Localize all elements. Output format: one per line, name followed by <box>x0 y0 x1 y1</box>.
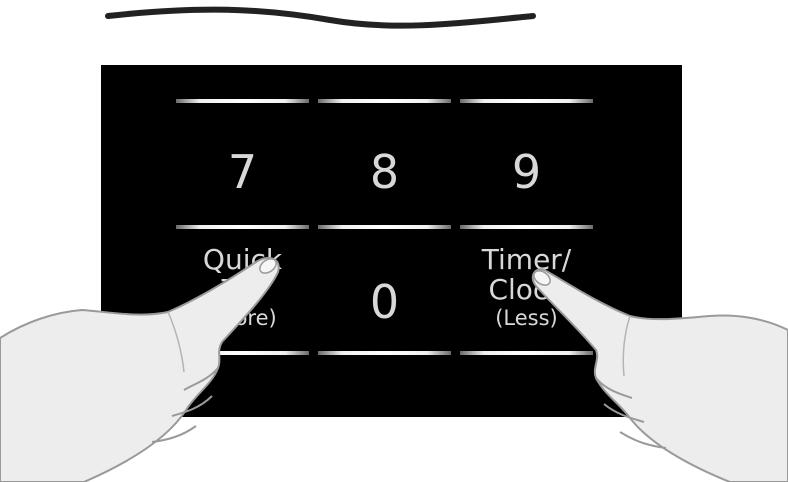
divider <box>318 99 451 103</box>
divider <box>460 99 593 103</box>
divider <box>318 351 451 355</box>
key-0[interactable]: 0 <box>318 277 451 327</box>
key-8[interactable]: 8 <box>318 147 451 197</box>
timer-clock-line2: Clock <box>488 273 565 306</box>
timer-clock-line3: (Less) <box>495 306 558 330</box>
divider <box>460 351 593 355</box>
divider <box>318 225 451 229</box>
cable-line <box>105 6 536 29</box>
quick-tip-line3: (More) <box>208 306 277 330</box>
key-7[interactable]: 7 <box>176 147 309 197</box>
quick-tip-line2: Tip <box>221 273 264 306</box>
timer-clock-line1: Timer/ <box>481 243 572 276</box>
key-9[interactable]: 9 <box>460 147 593 197</box>
divider <box>176 351 309 355</box>
divider <box>176 99 309 103</box>
control-keypad: 7 8 9 Quick Tip (More) 0 Timer/ Clock (L… <box>101 65 682 417</box>
divider <box>176 225 309 229</box>
quick-tip-key[interactable]: Quick Tip (More) <box>176 245 309 331</box>
quick-tip-line1: Quick <box>202 243 283 276</box>
divider <box>460 225 593 229</box>
timer-clock-key[interactable]: Timer/ Clock (Less) <box>460 245 593 331</box>
